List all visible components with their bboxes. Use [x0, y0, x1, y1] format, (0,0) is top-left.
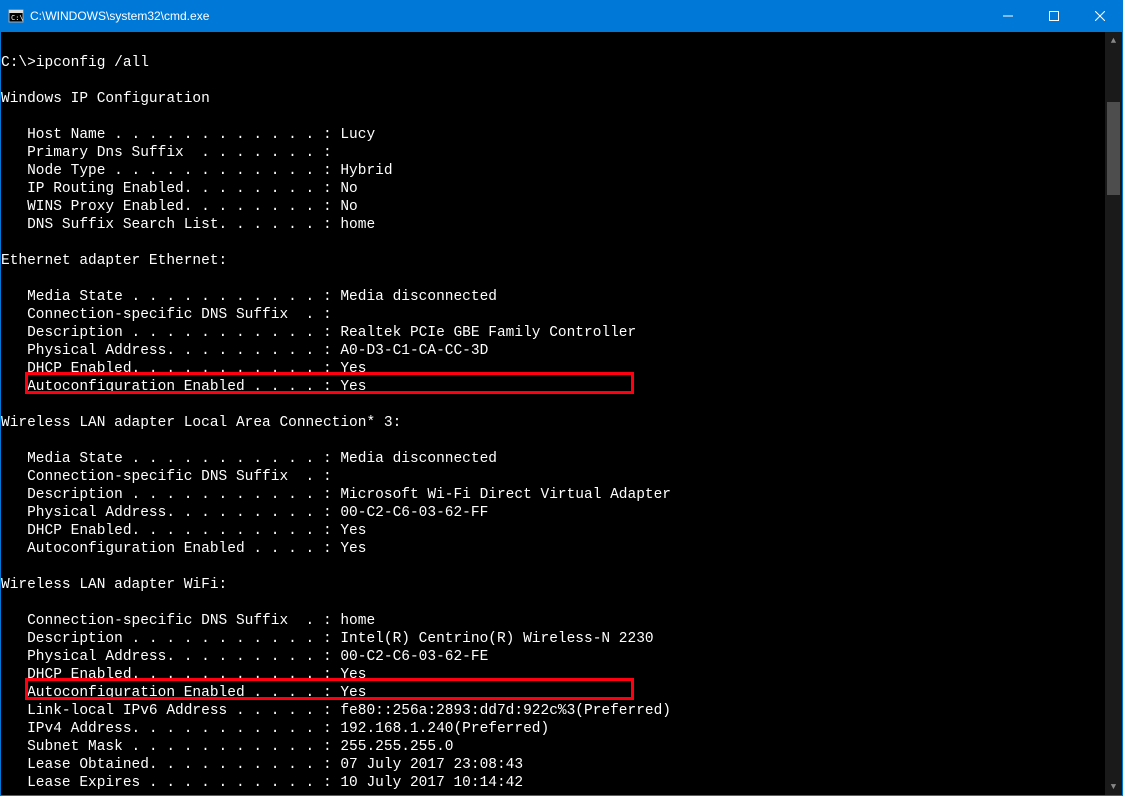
- maximize-button[interactable]: [1031, 0, 1077, 32]
- terminal-line: Windows IP Configuration: [1, 90, 1105, 108]
- terminal-line: Connection-specific DNS Suffix . :: [1, 468, 1105, 486]
- terminal-line: Host Name . . . . . . . . . . . . : Lucy: [1, 126, 1105, 144]
- command-prompt-window: C:\ C:\WINDOWS\system32\cmd.exe C:\>ipco…: [0, 0, 1123, 796]
- terminal-line: [1, 72, 1105, 90]
- titlebar[interactable]: C:\ C:\WINDOWS\system32\cmd.exe: [0, 0, 1123, 32]
- terminal-line: Description . . . . . . . . . . . : Micr…: [1, 486, 1105, 504]
- terminal-line: IPv4 Address. . . . . . . . . . . : 192.…: [1, 720, 1105, 738]
- terminal-line: Media State . . . . . . . . . . . : Medi…: [1, 288, 1105, 306]
- terminal-line: DHCP Enabled. . . . . . . . . . . : Yes: [1, 666, 1105, 684]
- terminal-line: Autoconfiguration Enabled . . . . : Yes: [1, 684, 1105, 702]
- terminal-line: Wireless LAN adapter WiFi:: [1, 576, 1105, 594]
- terminal-line: [1, 270, 1105, 288]
- terminal-line: [1, 594, 1105, 612]
- terminal-line: Autoconfiguration Enabled . . . . : Yes: [1, 378, 1105, 396]
- terminal-line: Physical Address. . . . . . . . . : 00-C…: [1, 504, 1105, 522]
- terminal-line: [1, 396, 1105, 414]
- minimize-button[interactable]: [985, 0, 1031, 32]
- vertical-scrollbar[interactable]: ▲ ▼: [1105, 32, 1122, 795]
- terminal-line: Ethernet adapter Ethernet:: [1, 252, 1105, 270]
- terminal-line: Lease Obtained. . . . . . . . . . : 07 J…: [1, 756, 1105, 774]
- terminal-line: [1, 36, 1105, 54]
- terminal-line: [1, 234, 1105, 252]
- terminal-line: Link-local IPv6 Address . . . . . : fe80…: [1, 702, 1105, 720]
- window-title: C:\WINDOWS\system32\cmd.exe: [30, 9, 985, 23]
- scroll-down-arrow[interactable]: ▼: [1105, 778, 1122, 795]
- close-button[interactable]: [1077, 0, 1123, 32]
- client-area: C:\>ipconfig /all Windows IP Configurati…: [1, 32, 1122, 795]
- terminal-line: [1, 558, 1105, 576]
- terminal-line: IP Routing Enabled. . . . . . . . : No: [1, 180, 1105, 198]
- terminal-line: C:\>ipconfig /all: [1, 54, 1105, 72]
- svg-text:C:\: C:\: [11, 14, 24, 22]
- terminal-line: [1, 108, 1105, 126]
- terminal-line: Autoconfiguration Enabled . . . . : Yes: [1, 540, 1105, 558]
- terminal-line: [1, 432, 1105, 450]
- terminal-line: Primary Dns Suffix . . . . . . . :: [1, 144, 1105, 162]
- terminal-line: WINS Proxy Enabled. . . . . . . . : No: [1, 198, 1105, 216]
- terminal-line: Connection-specific DNS Suffix . : home: [1, 612, 1105, 630]
- terminal-line: DHCP Enabled. . . . . . . . . . . : Yes: [1, 360, 1105, 378]
- terminal-line: Lease Expires . . . . . . . . . . : 10 J…: [1, 774, 1105, 792]
- terminal-line: Description . . . . . . . . . . . : Real…: [1, 324, 1105, 342]
- terminal-line: Wireless LAN adapter Local Area Connecti…: [1, 414, 1105, 432]
- terminal-line: Connection-specific DNS Suffix . :: [1, 306, 1105, 324]
- terminal-line: DNS Suffix Search List. . . . . . : home: [1, 216, 1105, 234]
- terminal-line: DHCP Enabled. . . . . . . . . . . : Yes: [1, 522, 1105, 540]
- cmd-icon: C:\: [8, 8, 24, 24]
- terminal-line: Media State . . . . . . . . . . . : Medi…: [1, 450, 1105, 468]
- scroll-thumb[interactable]: [1107, 102, 1120, 195]
- terminal-line: Subnet Mask . . . . . . . . . . . : 255.…: [1, 738, 1105, 756]
- terminal-line: Physical Address. . . . . . . . . : A0-D…: [1, 342, 1105, 360]
- scroll-up-arrow[interactable]: ▲: [1105, 32, 1122, 49]
- terminal-line: Node Type . . . . . . . . . . . . : Hybr…: [1, 162, 1105, 180]
- terminal-line: Description . . . . . . . . . . . : Inte…: [1, 630, 1105, 648]
- window-controls: [985, 0, 1123, 32]
- terminal-line: Physical Address. . . . . . . . . : 00-C…: [1, 648, 1105, 666]
- terminal-output[interactable]: C:\>ipconfig /all Windows IP Configurati…: [1, 32, 1105, 795]
